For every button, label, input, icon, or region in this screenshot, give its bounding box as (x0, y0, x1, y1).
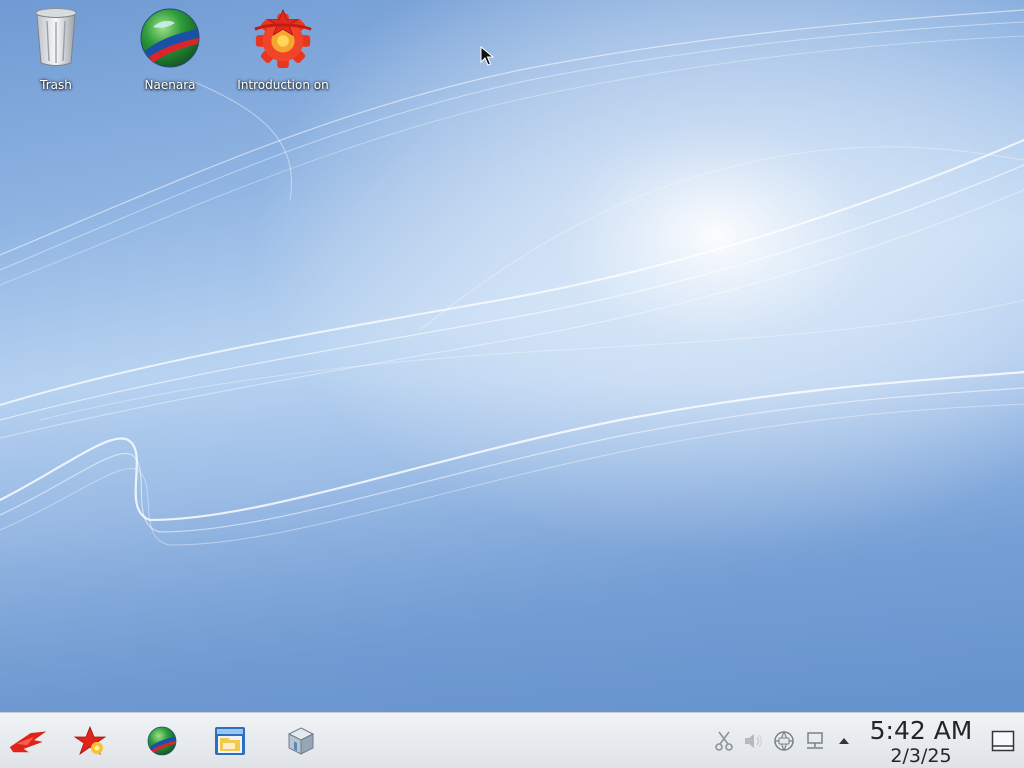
network-globe-icon (774, 731, 794, 751)
mouse-pointer-icon (480, 45, 495, 70)
show-desktop-button[interactable] (990, 729, 1016, 753)
globe-icon (147, 726, 177, 756)
desktop-icon-introduction[interactable]: Introduction on (233, 6, 333, 92)
launcher-naenara-browser[interactable] (142, 721, 182, 761)
red-star-icon (73, 725, 107, 756)
digital-clock[interactable]: 5:42 AM 2/3/25 (862, 716, 980, 768)
tray-network[interactable] (772, 729, 796, 753)
launcher-file-manager[interactable] (210, 721, 250, 761)
clock-date: 2/3/25 (890, 745, 952, 767)
tray-expand-button[interactable] (832, 729, 856, 753)
launcher-package-manager[interactable] (281, 721, 321, 761)
launcher-red-star[interactable] (70, 721, 110, 761)
application-menu-button[interactable] (8, 721, 48, 761)
desktop-icon-trash[interactable]: Trash (6, 6, 106, 92)
application-menu-icon (9, 731, 47, 753)
tray-network-connection[interactable] (803, 729, 827, 753)
wallpaper-image (0, 0, 1024, 712)
desktop: Trash Naenara Introduction on (0, 0, 1024, 712)
show-desktop-icon (991, 730, 1015, 752)
expand-up-arrow-icon (839, 738, 849, 744)
clock-time: 5:42 AM (869, 716, 973, 745)
clipboard-scissors-icon (715, 731, 733, 751)
file-manager-icon (215, 727, 245, 755)
network-computer-icon (807, 732, 823, 749)
tray-clipboard[interactable] (712, 729, 736, 753)
taskbar-panel: 5:42 AM 2/3/25 (0, 712, 1024, 768)
desktop-icon-naenara[interactable]: Naenara (120, 6, 220, 92)
trash-icon (24, 6, 88, 70)
tray-volume[interactable] (742, 729, 766, 753)
desktop-icon-label: Trash (40, 78, 72, 92)
gear-star-icon (251, 6, 315, 70)
volume-icon (745, 734, 763, 748)
globe-icon (138, 6, 202, 70)
desktop-icon-label: Naenara (144, 78, 196, 92)
desktop-icon-label: Introduction on (237, 78, 329, 92)
package-box-icon (287, 727, 315, 755)
